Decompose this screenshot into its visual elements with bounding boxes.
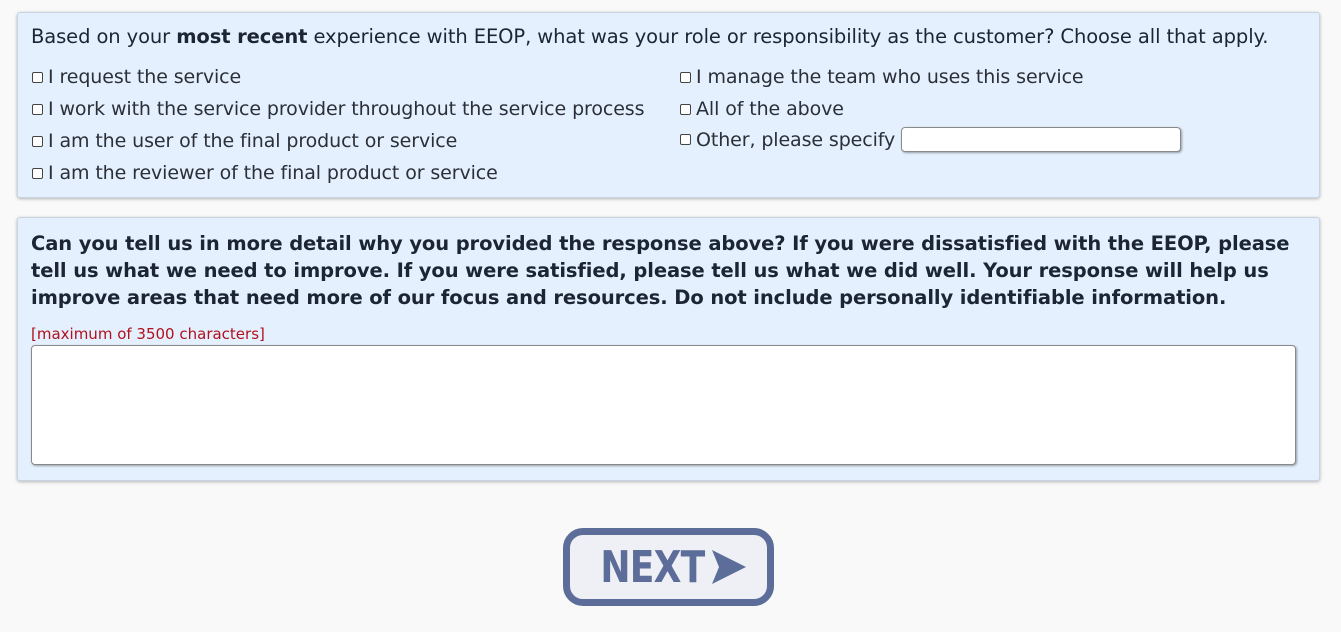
other-specify-input[interactable] [901, 127, 1182, 152]
option-reviewer-of-product[interactable]: I am the reviewer of the final product o… [32, 162, 498, 184]
option-label: I am the user of the final product or se… [48, 130, 458, 152]
arrow-right-icon [711, 550, 746, 584]
option-label: All of the above [696, 98, 844, 120]
option-user-of-product[interactable]: I am the user of the final product or se… [32, 130, 457, 152]
checkbox[interactable] [32, 103, 43, 115]
question-text-start: Based on your [31, 25, 177, 48]
option-label: I manage the team who uses this service [696, 66, 1084, 88]
checkbox[interactable] [32, 167, 43, 179]
next-button[interactable]: NEXT [563, 528, 774, 606]
role-question-panel: Based on your most recent experience wit… [17, 12, 1320, 198]
option-label: I work with the service provider through… [48, 98, 645, 120]
option-work-with-provider[interactable]: I work with the service provider through… [32, 98, 644, 120]
checkbox[interactable] [32, 71, 43, 83]
role-question-text: Based on your most recent experience wit… [31, 25, 1268, 48]
max-characters-note: [maximum of 3500 characters] [31, 325, 265, 343]
option-other[interactable]: Other, please specify [680, 127, 1182, 152]
checkbox[interactable] [680, 134, 691, 145]
checkbox[interactable] [680, 71, 691, 83]
detail-response-textarea[interactable] [31, 345, 1296, 465]
checkbox[interactable] [32, 135, 43, 147]
option-label: I am the reviewer of the final product o… [48, 162, 498, 184]
option-request-service[interactable]: I request the service [32, 66, 241, 88]
option-label: I request the service [48, 66, 242, 88]
detail-question-panel: Can you tell us in more detail why you p… [17, 217, 1320, 481]
option-all-of-the-above[interactable]: All of the above [680, 98, 844, 120]
next-button-label: NEXT [600, 541, 705, 593]
option-label: Other, please specify [696, 128, 896, 151]
question-text-emphasis: most recent [176, 25, 308, 48]
question-text-end: experience with EEOP, what was your role… [307, 25, 1269, 48]
detail-question-text: Can you tell us in more detail why you p… [31, 232, 1290, 309]
option-manage-team[interactable]: I manage the team who uses this service [680, 66, 1084, 88]
checkbox[interactable] [680, 103, 691, 115]
